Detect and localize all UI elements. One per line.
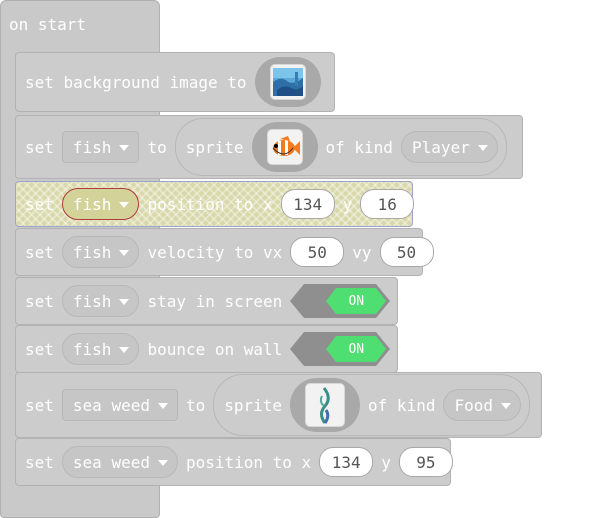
vy-value-input[interactable]: 50	[379, 237, 434, 267]
set-keyword: set	[25, 194, 54, 214]
kind-name: Food	[454, 395, 493, 415]
x-value-input[interactable]: 134	[319, 447, 374, 477]
variable-dropdown-seaweed[interactable]: sea weed	[61, 389, 178, 421]
background-image-picker[interactable]	[254, 57, 321, 107]
variable-name: fish	[72, 291, 112, 311]
bounce-on-wall-toggle[interactable]: ON	[290, 332, 391, 366]
fish-sprite-icon	[266, 129, 303, 165]
bounce-on-wall-text: bounce on wall	[147, 339, 283, 359]
set-seaweed-sprite-block[interactable]: set sea weed to sprite of kind Food	[15, 372, 542, 438]
y-value-input[interactable]: 16	[360, 189, 415, 219]
toggle-on-label: ON	[348, 293, 365, 309]
set-fish-velocity-block[interactable]: set fish velocity to vx 50 vy 50	[15, 228, 434, 276]
chevron-down-icon	[119, 299, 130, 305]
to-keyword: to	[147, 137, 167, 157]
set-keyword: set	[25, 395, 54, 415]
of-kind-keyword: of kind	[325, 137, 393, 157]
create-sprite-block[interactable]: sprite of kind Player	[174, 118, 507, 176]
chevron-down-icon	[119, 347, 130, 353]
set-fish-stay-in-screen-block[interactable]: set fish stay in screen ON	[15, 277, 398, 325]
kind-dropdown-food[interactable]: Food	[443, 389, 521, 421]
stay-in-screen-toggle[interactable]: ON	[290, 284, 391, 318]
set-keyword: set	[25, 291, 54, 311]
variable-dropdown-fish[interactable]: fish	[61, 131, 140, 163]
set-background-image-text: set background image to	[25, 72, 247, 92]
background-image-thumbnail	[269, 64, 306, 100]
x-value-input[interactable]: 134	[280, 189, 335, 219]
chevron-down-icon	[501, 403, 511, 409]
chevron-down-icon	[157, 403, 168, 409]
set-background-image-block[interactable]: set background image to	[15, 52, 335, 112]
chevron-down-icon	[157, 460, 168, 466]
variable-name: fish	[72, 194, 112, 214]
y-label: y	[342, 194, 353, 214]
position-to-x-text: position to x	[185, 452, 312, 472]
sprite-image-picker[interactable]	[290, 378, 361, 432]
variable-dropdown-fish[interactable]: fish	[61, 333, 140, 365]
vx-value-input[interactable]: 50	[290, 237, 345, 267]
create-sprite-block[interactable]: sprite of kind Food	[213, 374, 530, 436]
variable-dropdown-seaweed[interactable]: sea weed	[61, 446, 178, 478]
sprite-keyword: sprite	[224, 395, 283, 415]
variable-name: fish	[72, 339, 112, 359]
variable-name: sea weed	[72, 395, 150, 415]
chevron-down-icon	[119, 250, 130, 256]
variable-name: sea weed	[72, 452, 150, 472]
chevron-down-icon	[119, 202, 130, 208]
on-start-label: on start	[9, 15, 87, 34]
y-value-input[interactable]: 95	[398, 447, 453, 477]
set-fish-position-block[interactable]: set fish position to x 134 y 16	[15, 181, 415, 227]
set-keyword: set	[25, 339, 54, 359]
kind-dropdown-player[interactable]: Player	[400, 131, 498, 163]
to-keyword: to	[185, 395, 206, 415]
set-keyword: set	[25, 452, 54, 472]
seaweed-sprite-icon	[305, 383, 346, 427]
stay-in-screen-text: stay in screen	[147, 291, 283, 311]
variable-dropdown-fish[interactable]: fish	[61, 188, 140, 220]
variable-name: fish	[72, 242, 112, 262]
variable-name: fish	[72, 137, 112, 157]
variable-dropdown-fish[interactable]: fish	[61, 285, 140, 317]
sprite-keyword: sprite	[185, 137, 244, 157]
set-keyword: set	[25, 242, 54, 262]
chevron-down-icon	[477, 145, 488, 151]
set-keyword: set	[25, 137, 54, 157]
chevron-down-icon	[119, 145, 130, 151]
toggle-on-label: ON	[348, 341, 365, 357]
vy-label: vy	[352, 242, 372, 262]
of-kind-keyword: of kind	[368, 395, 436, 415]
variable-dropdown-fish[interactable]: fish	[61, 236, 140, 268]
set-seaweed-position-block[interactable]: set sea weed position to x 134 y 95	[15, 438, 453, 486]
kind-name: Player	[411, 137, 470, 157]
velocity-to-vx-text: velocity to vx	[147, 242, 283, 262]
sprite-image-picker[interactable]	[251, 122, 318, 172]
position-to-x-text: position to x	[147, 194, 273, 214]
set-fish-sprite-block[interactable]: set fish to sprite of kind Player	[15, 115, 523, 179]
set-fish-bounce-on-wall-block[interactable]: set fish bounce on wall ON	[15, 325, 398, 373]
y-label: y	[381, 452, 391, 472]
